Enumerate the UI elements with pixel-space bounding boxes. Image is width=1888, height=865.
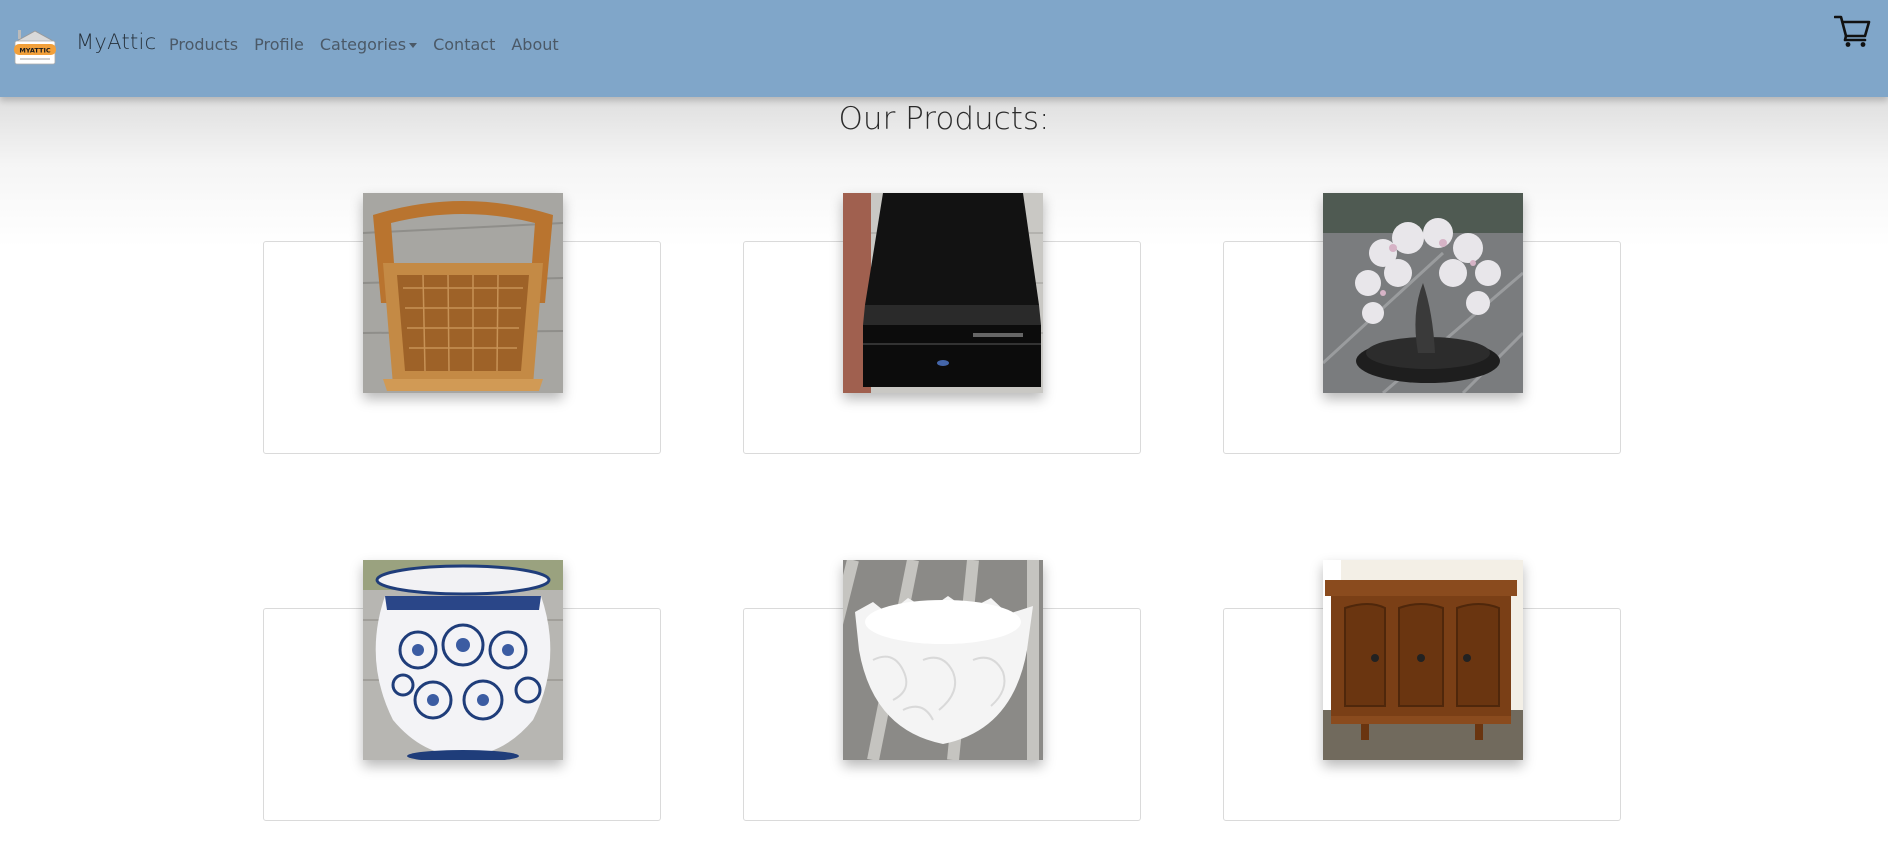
- nav-link-profile[interactable]: Profile: [254, 35, 304, 54]
- navbar: MYATTIC MyAttic Products Profile Categor…: [0, 0, 1888, 97]
- brand-name[interactable]: MyAttic: [76, 30, 157, 54]
- product-image-crystal-tree-figurine[interactable]: [1323, 193, 1523, 393]
- svg-text:MYATTIC: MYATTIC: [19, 47, 51, 55]
- nav-link-products[interactable]: Products: [169, 35, 238, 54]
- nav-link-contact[interactable]: Contact: [433, 35, 495, 54]
- nav-link-about[interactable]: About: [511, 35, 558, 54]
- shopping-cart-icon[interactable]: [1833, 14, 1872, 48]
- product-image-wicker-basket[interactable]: [363, 193, 563, 393]
- product-image-blu-ray-player[interactable]: [843, 193, 1043, 393]
- nav-categories-label: Categories: [319, 35, 407, 54]
- product-image-blue-floral-vase[interactable]: [363, 560, 563, 760]
- product-image-wooden-cabinet[interactable]: [1323, 560, 1523, 760]
- page-title: Our Products:: [838, 101, 1050, 137]
- product-image-white-porcelain-bowl[interactable]: [843, 560, 1043, 760]
- nav-dropdown-categories[interactable]: Categories: [319, 35, 418, 54]
- nav-links: Products Profile Categories Contact Abou…: [169, 35, 575, 54]
- brand-logo[interactable]: MYATTIC: [12, 28, 58, 68]
- caret-down-icon: [409, 43, 418, 48]
